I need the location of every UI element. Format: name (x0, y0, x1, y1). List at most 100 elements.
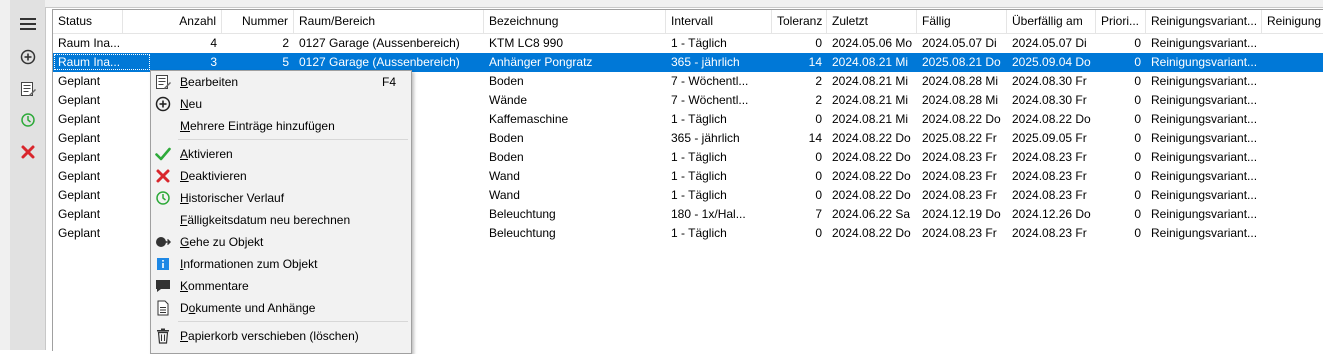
column-header[interactable]: Intervall (666, 10, 772, 33)
table-cell-status: Geplant (58, 112, 101, 126)
table-cell-bez: Wand (489, 169, 520, 183)
table-cell-ueber: 2024.08.30 Fr (1012, 74, 1087, 88)
table-cell-ueber: 2024.08.23 Fr (1012, 150, 1087, 164)
table-cell-raum: 0127 Garage (Aussenbereich) (299, 36, 460, 50)
menu-label: Deaktivieren (180, 169, 247, 183)
table-cell-intervall: 1 - Täglich (671, 188, 727, 202)
table-cell-intervall: 1 - Täglich (671, 112, 727, 126)
history-icon[interactable] (16, 108, 40, 132)
table-cell-variante: Reinigungsvariant... (1151, 131, 1258, 145)
menu-label: Dokumente und Anhänge (180, 301, 316, 315)
table-cell-toleranz: 0 (815, 112, 822, 126)
table-cell-faellig: 2024.08.23 Fr (922, 150, 997, 164)
table-cell-toleranz: 7 (815, 207, 822, 221)
table-cell-prio: 0 (1134, 188, 1141, 202)
table-cell-faellig: 2024.12.19 Do (922, 207, 1001, 221)
x-icon (155, 168, 171, 184)
table-cell-prio: 0 (1134, 74, 1141, 88)
table-cell-intervall: 1 - Täglich (671, 36, 727, 50)
menu-label: Gehe zu Objekt (180, 235, 264, 249)
table-cell-toleranz: 14 (808, 131, 822, 145)
menu-icon[interactable] (16, 12, 40, 36)
menu-item-deaktivieren[interactable]: Deaktivieren (151, 165, 409, 187)
table-cell-variante: Reinigungsvariant... (1151, 74, 1258, 88)
column-header[interactable]: Reinigung (1262, 10, 1323, 33)
menu-separator (178, 139, 408, 140)
delete-icon[interactable] (16, 140, 40, 164)
menu-item-bearbeiten[interactable]: Bearbeiten F4 (151, 71, 409, 93)
table-cell-faellig: 2024.08.22 Do (922, 112, 1001, 126)
table-cell-intervall: 7 - Wöchentl... (671, 74, 749, 88)
table-cell-variante: Reinigungsvariant... (1151, 55, 1258, 69)
menu-item-aktivieren[interactable]: Aktivieren (151, 143, 409, 165)
table-cell-bez: Wand (489, 188, 520, 202)
table-cell-ueber: 2025.09.05 Fr (1012, 131, 1087, 145)
column-header[interactable]: Priori... (1096, 10, 1146, 33)
menu-item-faelligkeitsdatum[interactable]: Fälligkeitsdatum neu berechnen (151, 209, 409, 231)
table-cell-prio: 0 (1134, 36, 1141, 50)
column-header[interactable]: Status (53, 10, 123, 33)
table-cell-faellig: 2024.08.23 Fr (922, 188, 997, 202)
table-cell-variante: Reinigungsvariant... (1151, 226, 1258, 240)
table-cell-status: Geplant (58, 150, 101, 164)
table-cell-faellig: 2024.08.28 Mi (922, 74, 999, 88)
table-cell-faellig: 2024.08.28 Mi (922, 93, 999, 107)
edit-icon (155, 74, 171, 90)
table-cell-zuletzt: 2024.08.22 Do (832, 226, 911, 240)
table-cell-nummer: 2 (282, 36, 289, 50)
menu-item-neu[interactable]: Neu (151, 93, 409, 115)
menu-item-kommentare[interactable]: Kommentare (151, 275, 409, 297)
table-cell-prio: 0 (1134, 131, 1141, 145)
column-header[interactable]: Toleranz (772, 10, 827, 33)
table-cell-zuletzt: 2024.08.21 Mi (832, 112, 909, 126)
table-cell-ueber: 2024.08.30 Fr (1012, 93, 1087, 107)
table-cell-zuletzt: 2024.05.06 Mo (832, 36, 913, 50)
edit-icon[interactable] (16, 77, 40, 101)
table-cell-status: Geplant (58, 131, 101, 145)
table-cell-zuletzt: 2024.08.21 Mi (832, 74, 909, 88)
table-cell-status: Geplant (58, 169, 101, 183)
menu-item-informationen[interactable]: Informationen zum Objekt (151, 253, 409, 275)
menu-item-papierkorb[interactable]: Papierkorb verschieben (löschen) (151, 325, 409, 347)
table-cell-toleranz: 14 (808, 55, 822, 69)
table-cell-toleranz: 2 (815, 74, 822, 88)
column-header[interactable]: Reinigungsvariant... (1146, 10, 1262, 33)
table-cell-status: Geplant (58, 93, 101, 107)
menu-label: Historischer Verlauf (180, 191, 285, 205)
column-header[interactable]: Raum/Bereich (294, 10, 484, 33)
info-icon (155, 256, 171, 272)
column-header[interactable]: Überfällig am (1007, 10, 1096, 33)
menu-label: Aktivieren (180, 147, 233, 161)
table-cell-toleranz: 0 (815, 150, 822, 164)
menu-item-historischer-verlauf[interactable]: Historischer Verlauf (151, 187, 409, 209)
menu-shortcut: F4 (382, 75, 397, 89)
table-cell-status: Geplant (58, 188, 101, 202)
column-header[interactable]: Nummer (222, 10, 294, 33)
column-header[interactable]: Bezeichnung (484, 10, 666, 33)
column-header[interactable]: Fällig (917, 10, 1007, 33)
menu-item-mehrere-eintraege[interactable]: Mehrere Einträge hinzufügen (151, 115, 409, 137)
table-cell-ueber: 2024.08.23 Fr (1012, 226, 1087, 240)
table-cell-intervall: 365 - jährlich (671, 55, 740, 69)
table-row[interactable]: Raum Ina... 4 2 0127 Garage (Aussenbereich)… (53, 34, 1323, 53)
menu-label: Mehrere Einträge hinzufügen (180, 119, 335, 133)
table-cell-ueber: 2024.08.23 Fr (1012, 169, 1087, 183)
table-cell-bez: Wände (489, 93, 528, 107)
column-header[interactable]: Zuletzt (827, 10, 917, 33)
column-header[interactable]: Anzahl (123, 10, 222, 33)
table-cell-faellig: 2024.05.07 Di (922, 36, 997, 50)
menu-item-gehe-zu-objekt[interactable]: Gehe zu Objekt (151, 231, 409, 253)
menu-label: Fälligkeitsdatum neu berechnen (180, 213, 351, 227)
table-cell-toleranz: 0 (815, 226, 822, 240)
table-cell-variante: Reinigungsvariant... (1151, 112, 1258, 126)
menu-item-dokumente[interactable]: Dokumente und Anhänge (151, 297, 409, 319)
table-cell-zuletzt: 2024.06.22 Sa (832, 207, 911, 221)
context-menu: Bearbeiten F4 Neu Mehrere Einträge hinzu… (150, 70, 412, 354)
table-cell-status: Geplant (58, 226, 101, 240)
table-cell-prio: 0 (1134, 207, 1141, 221)
table-cell-status: Geplant (58, 207, 101, 221)
table-cell-variante: Reinigungsvariant... (1151, 36, 1258, 50)
table-cell-faellig: 2024.08.23 Fr (922, 226, 997, 240)
add-icon[interactable] (16, 45, 40, 69)
table-cell-intervall: 180 - 1x/Hal... (671, 207, 746, 221)
